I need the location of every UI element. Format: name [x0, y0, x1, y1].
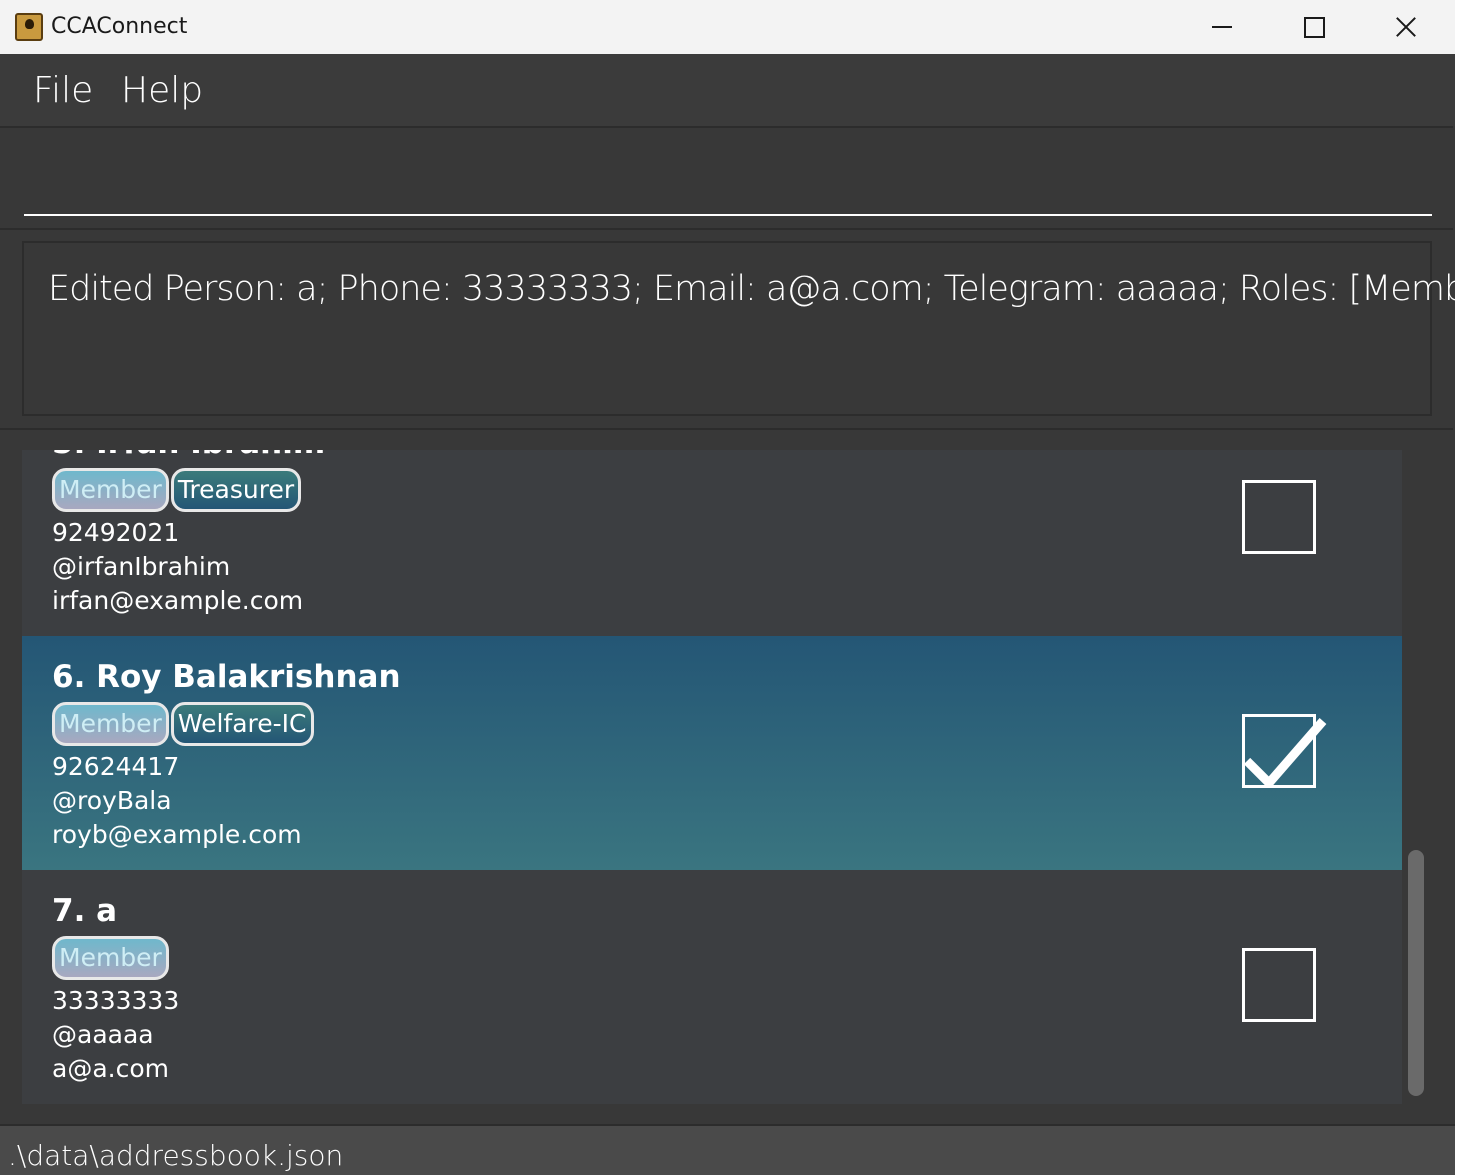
person-email: irfan@example.com	[52, 586, 304, 615]
menu-file[interactable]: File	[33, 71, 93, 111]
app-window: CCAConnect File Help Edited Person: a; P…	[0, 0, 1455, 1175]
window-title: CCAConnect	[51, 14, 188, 39]
command-input[interactable]	[24, 148, 1432, 216]
role-tags: Member Welfare-IC	[52, 702, 314, 746]
close-button[interactable]	[1360, 0, 1452, 54]
person-phone: 33333333	[52, 986, 180, 1015]
person-telegram: @irfanIbrahim	[52, 552, 231, 581]
menu-bar: File Help	[0, 54, 1455, 126]
status-bar: .\data\addressbook.json	[0, 1124, 1455, 1175]
role-tags: Member Treasurer	[52, 468, 302, 512]
person-telegram: @royBala	[52, 786, 172, 815]
person-card[interactable]: 7. a Member 33333333 @aaaaa a@a.com	[22, 870, 1402, 1104]
result-message: Edited Person: a; Phone: 33333333; Email…	[48, 269, 1455, 309]
maximize-icon	[1303, 16, 1325, 38]
person-name: 5. Irfan Ibrahim	[52, 450, 325, 462]
app-icon	[15, 13, 43, 41]
minimize-button[interactable]	[1176, 0, 1268, 54]
result-display-pane: Edited Person: a; Phone: 33333333; Email…	[0, 232, 1455, 430]
close-icon	[1395, 16, 1417, 38]
person-checkbox-checked[interactable]	[1242, 714, 1327, 788]
save-location: .\data\addressbook.json	[8, 1139, 344, 1172]
checkmark-icon	[1243, 718, 1327, 788]
person-list[interactable]: 5. Irfan Ibrahim Member Treasurer 924920…	[22, 450, 1402, 1104]
role-tag: Member	[52, 702, 169, 746]
command-box-pane	[0, 126, 1453, 230]
menu-help[interactable]: Help	[121, 71, 203, 111]
person-name: 7. a	[52, 893, 118, 929]
maximize-button[interactable]	[1268, 0, 1360, 54]
scrollbar-thumb[interactable]	[1408, 850, 1424, 1096]
person-card[interactable]: 5. Irfan Ibrahim Member Treasurer 924920…	[22, 450, 1402, 636]
role-tag: Member	[52, 936, 169, 980]
window-edge	[1455, 0, 1463, 1175]
person-phone: 92624417	[52, 752, 180, 781]
role-tag: Member	[52, 468, 169, 512]
person-list-pane: 5. Irfan Ibrahim Member Treasurer 924920…	[0, 432, 1453, 1124]
person-card-selected[interactable]: 6. Roy Balakrishnan Member Welfare-IC 92…	[22, 636, 1402, 870]
list-scrollbar[interactable]	[1405, 450, 1427, 1104]
person-phone: 92492021	[52, 518, 180, 547]
result-display[interactable]: Edited Person: a; Phone: 33333333; Email…	[22, 241, 1455, 416]
minimize-icon	[1212, 26, 1232, 28]
person-checkbox[interactable]	[1242, 948, 1316, 1022]
person-checkbox[interactable]	[1242, 480, 1316, 554]
person-email: royb@example.com	[52, 820, 302, 849]
person-email: a@a.com	[52, 1054, 169, 1083]
role-tag: Treasurer	[170, 468, 302, 512]
person-name: 6. Roy Balakrishnan	[52, 659, 401, 695]
person-telegram: @aaaaa	[52, 1020, 154, 1049]
role-tag: Welfare-IC	[170, 702, 314, 746]
title-bar[interactable]: CCAConnect	[0, 0, 1455, 54]
role-tags: Member	[52, 936, 169, 980]
